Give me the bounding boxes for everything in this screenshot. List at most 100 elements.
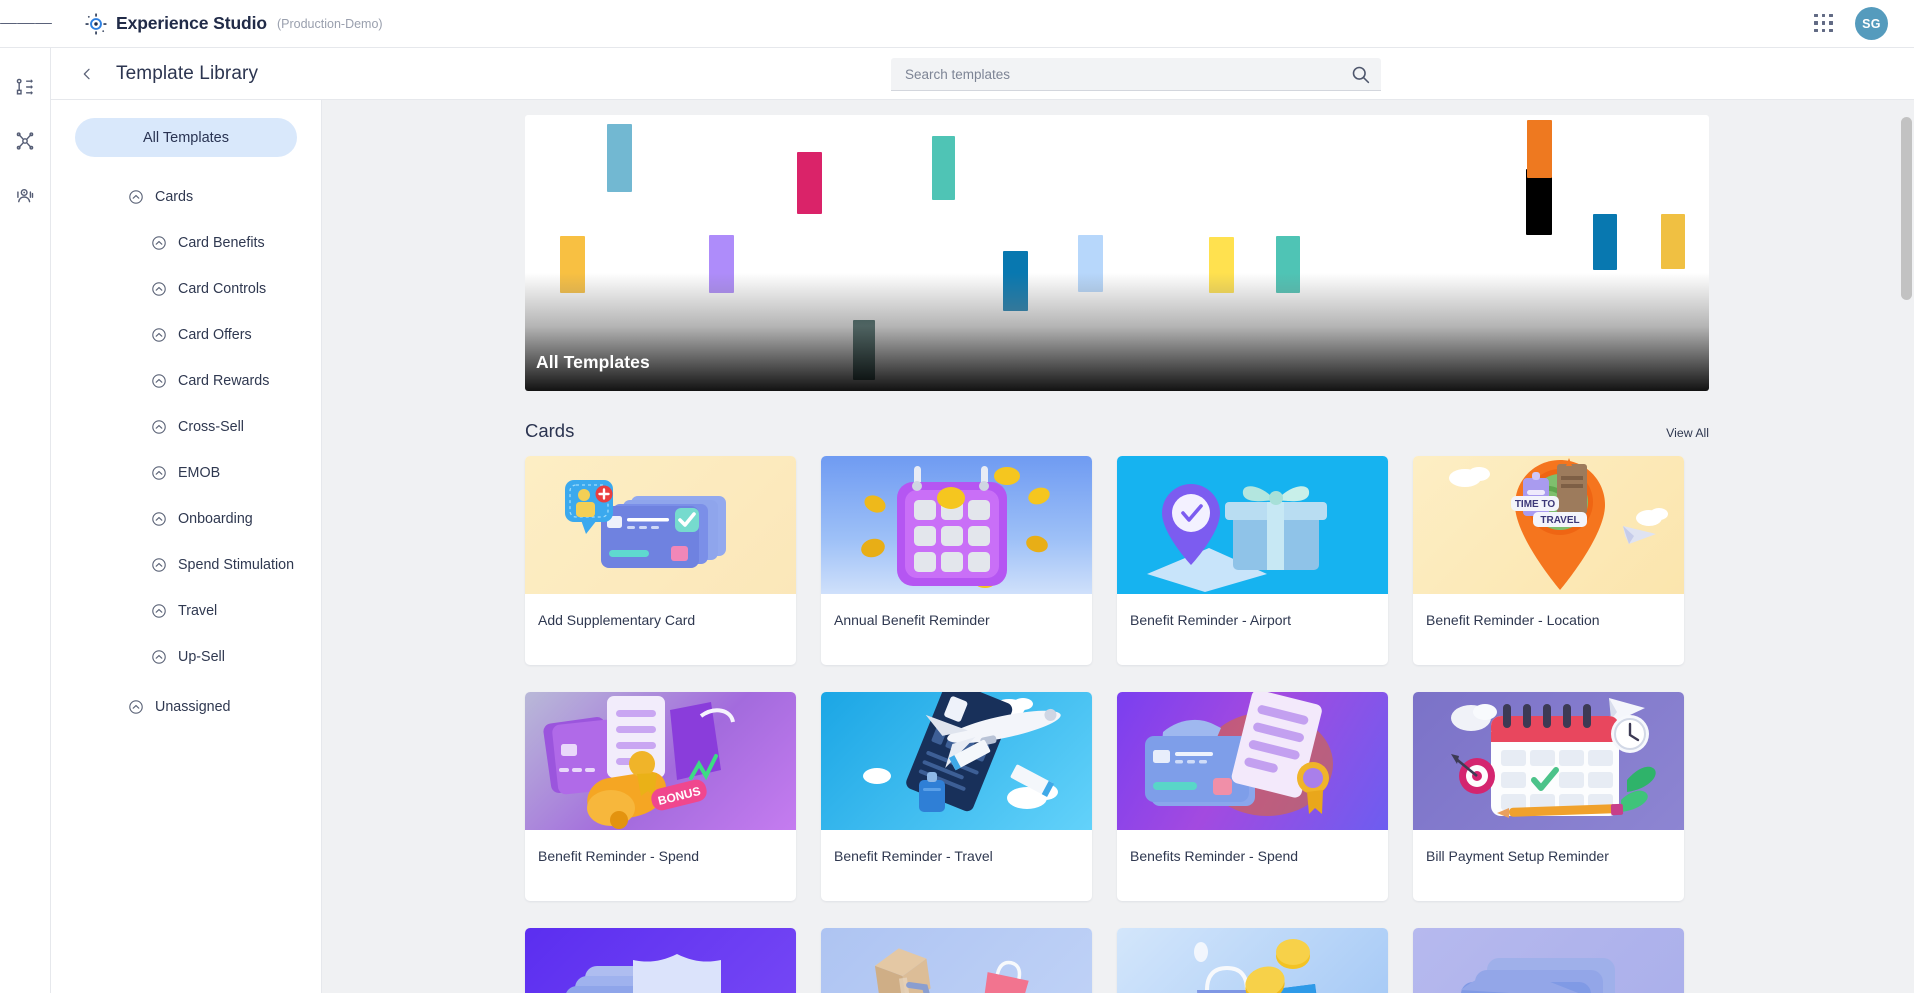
sidebar-item-card-rewards[interactable]: Card Rewards	[51, 367, 321, 395]
sidebar-item-up-sell[interactable]: Up-Sell	[51, 643, 321, 671]
cards-section-header: Cards View All	[525, 420, 1709, 442]
circle-chevron-up-icon	[152, 374, 166, 388]
top-app-bar: Experience Studio (Production-Demo) SG	[0, 0, 1914, 48]
banner-bar	[1593, 214, 1617, 270]
sidebar-group-label: Cards	[155, 189, 194, 205]
sidebar-group-cards[interactable]: Cards	[51, 183, 321, 211]
sidebar-item-label: Card Rewards	[178, 373, 270, 389]
sidebar-item-label: Card Benefits	[178, 235, 265, 251]
sidebar-item-card-benefits[interactable]: Card Benefits	[51, 229, 321, 257]
sidebar-item-travel[interactable]: Travel	[51, 597, 321, 625]
sidebar-item-label: EMOB	[178, 465, 221, 481]
circle-chevron-up-icon	[152, 282, 166, 296]
card-check-art	[1413, 928, 1684, 993]
sidebar-group-label: Unassigned	[155, 699, 231, 715]
page-title: Template Library	[116, 62, 259, 84]
sidebar-item-all-templates[interactable]: All Templates	[75, 118, 297, 157]
circle-chevron-up-icon	[152, 466, 166, 480]
rail-item-audience[interactable]	[8, 178, 42, 212]
all-templates-banner: All Templates	[525, 115, 1709, 391]
template-card[interactable]: BONUS Benefit Reminder - Spend	[525, 692, 796, 901]
circle-chevron-up-icon	[152, 650, 166, 664]
circle-chevron-up-icon	[152, 328, 166, 342]
template-card[interactable]: Benefit Reminder - Travel	[821, 692, 1092, 901]
shopping-cart-art	[821, 928, 1092, 993]
sidebar-item-cross-sell[interactable]: Cross-Sell	[51, 413, 321, 441]
template-card-title: Annual Benefit Reminder	[834, 612, 990, 628]
banner-title: All Templates	[536, 352, 650, 372]
avatar[interactable]: SG	[1855, 7, 1888, 40]
circle-chevron-up-icon	[152, 604, 166, 618]
sidebar-item-label: Up-Sell	[178, 649, 225, 665]
card-shield-art	[525, 928, 796, 993]
grid-apps-icon[interactable]	[1813, 13, 1835, 35]
bill-payment-art	[1413, 692, 1684, 830]
sidebar-item-emob[interactable]: EMOB	[51, 459, 321, 487]
shopping-bags-art	[1117, 928, 1388, 993]
banner-bar	[607, 124, 632, 192]
search-icon[interactable]	[1350, 64, 1371, 85]
sidebar-item-label: Spend Stimulation	[178, 557, 295, 573]
svg-text:TRAVEL: TRAVEL	[1540, 515, 1579, 526]
template-card[interactable]	[821, 928, 1092, 993]
airport-gift-art	[1117, 456, 1388, 594]
template-card[interactable]: Add Supplementary Card	[525, 456, 796, 665]
search-templates-field	[891, 58, 1381, 91]
template-card[interactable]: Benefit Reminder - Airport	[1117, 456, 1388, 665]
sidebar-item-label: Cross-Sell	[178, 419, 244, 435]
template-card-title: Benefit Reminder - Airport	[1130, 612, 1292, 628]
sidebar-item-label: All Templates	[143, 129, 229, 146]
banner-bar	[1661, 214, 1685, 269]
template-card-title: Bill Payment Setup Reminder	[1426, 848, 1609, 864]
app-title: Experience Studio	[116, 13, 267, 33]
sidebar-item-label: Card Offers	[178, 327, 252, 343]
banner-gradient-overlay	[525, 273, 1709, 391]
content-scrollbar-thumb[interactable]	[1901, 117, 1912, 300]
supplementary-card-art	[525, 456, 796, 594]
sidebar-item-label: Card Controls	[178, 281, 267, 297]
template-card[interactable]	[1117, 928, 1388, 993]
sidebar-item-spend-stimulation[interactable]: Spend Stimulation	[51, 551, 321, 579]
content-scrollbar-track[interactable]	[1899, 100, 1914, 993]
circle-chevron-up-icon	[152, 512, 166, 526]
benefits-spend-art	[1117, 692, 1388, 830]
banner-bar	[1526, 169, 1552, 235]
section-title: Cards	[525, 420, 575, 441]
sidebar-item-label: Travel	[178, 603, 218, 619]
back-button[interactable]	[69, 56, 105, 92]
template-card-title: Benefit Reminder - Spend	[538, 848, 700, 864]
journey-flow-icon	[16, 78, 33, 95]
rail-item-journeys[interactable]	[8, 70, 42, 104]
sidebar-item-card-controls[interactable]: Card Controls	[51, 275, 321, 303]
template-card[interactable]: TIME TO TRAVEL Benefit Reminder - Locati…	[1413, 456, 1684, 665]
sidebar-group-unassigned[interactable]: Unassigned	[51, 693, 321, 721]
template-card[interactable]	[525, 928, 796, 993]
sidebar-item-onboarding[interactable]: Onboarding	[51, 505, 321, 533]
circle-chevron-up-icon	[152, 420, 166, 434]
icon-rail	[0, 48, 51, 993]
experiment-icon	[16, 132, 34, 150]
template-card[interactable]: Bill Payment Setup Reminder	[1413, 692, 1684, 901]
template-card-grid: Add Supplementary Card Annual Benefit Re…	[525, 456, 1914, 993]
template-card[interactable]	[1413, 928, 1684, 993]
template-card[interactable]: Benefits Reminder - Spend	[1117, 692, 1388, 901]
hamburger-icon[interactable]	[0, 0, 52, 48]
annual-benefit-art	[821, 456, 1092, 594]
circle-chevron-up-icon	[129, 190, 143, 204]
template-card[interactable]: Annual Benefit Reminder	[821, 456, 1092, 665]
banner-bar	[797, 152, 822, 214]
spend-bonus-art: BONUS	[525, 692, 796, 830]
rail-item-experiments[interactable]	[8, 124, 42, 158]
svg-text:TIME TO: TIME TO	[1515, 499, 1556, 510]
template-card-title: Benefit Reminder - Travel	[834, 848, 993, 864]
template-library-content: All Templates Cards View All Add Supplem…	[322, 100, 1914, 993]
search-input[interactable]	[891, 58, 1381, 91]
view-all-link[interactable]: View All	[1666, 426, 1709, 440]
circle-chevron-up-icon	[129, 700, 143, 714]
page-header-bar: Template Library	[51, 48, 1914, 100]
banner-bar	[932, 136, 955, 200]
sidebar-item-label: Onboarding	[178, 511, 253, 527]
chevron-left-icon	[83, 68, 90, 79]
template-category-sidebar: All Templates Cards Card Benefits Card C…	[51, 100, 322, 993]
sidebar-item-card-offers[interactable]: Card Offers	[51, 321, 321, 349]
